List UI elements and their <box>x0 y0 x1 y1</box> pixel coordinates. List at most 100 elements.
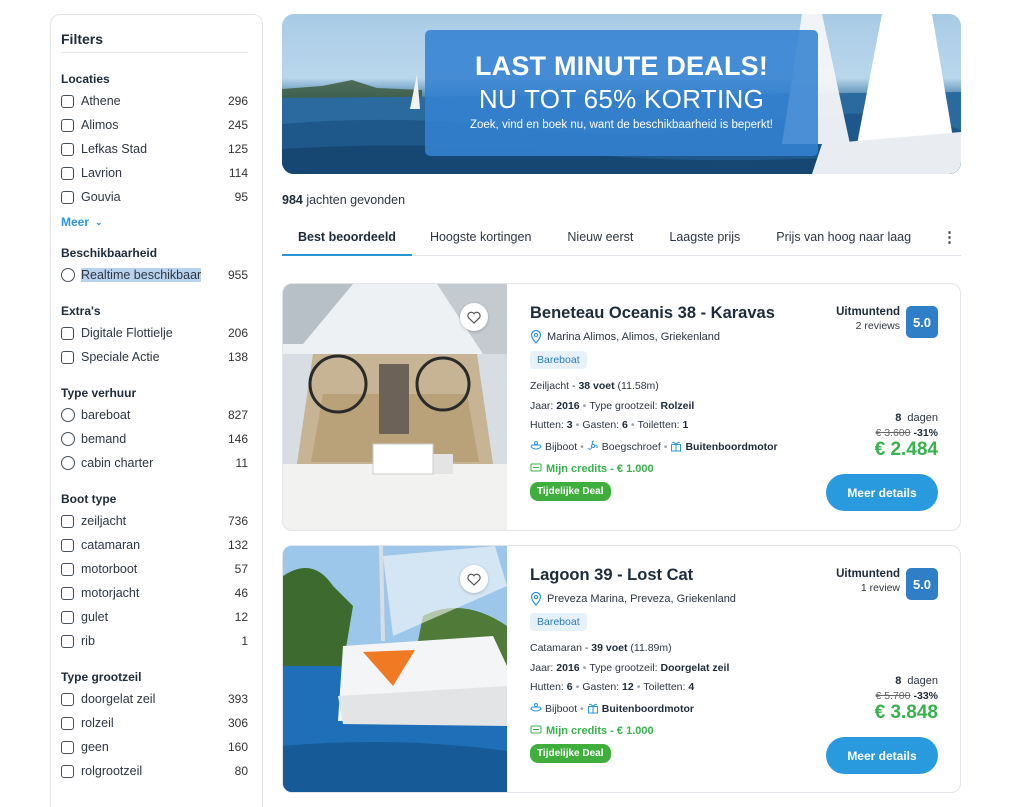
checkbox[interactable] <box>61 350 74 364</box>
checkbox[interactable] <box>61 586 74 600</box>
checkbox[interactable] <box>61 692 74 706</box>
tab-best-beoordeeld[interactable]: Best beoordeeld <box>282 222 412 256</box>
boat-toilets: 4 <box>688 681 695 693</box>
checkbox[interactable] <box>61 94 74 108</box>
filter-option-gouvia[interactable]: Gouvia 95 <box>61 185 248 209</box>
filter-option-bemand[interactable]: bemand 146 <box>61 427 248 451</box>
filter-option-count: 827 <box>227 408 248 422</box>
filter-option-alimos[interactable]: Alimos 245 <box>61 113 248 137</box>
filter-option-label: bemand <box>81 432 127 446</box>
boat-specs: Catamaran - 39 voet (11.89m) Jaar: 2016 •… <box>530 639 810 698</box>
guests-label: Gasten: <box>582 681 623 693</box>
days-number: 8 <box>895 412 902 424</box>
chevron-down-icon: ⌄ <box>95 216 103 227</box>
filter-option-motorboot[interactable]: motorboot 57 <box>61 557 248 581</box>
checkbox[interactable] <box>61 538 74 552</box>
filter-option-rolzeil[interactable]: rolzeil 306 <box>61 711 248 735</box>
more-vertical-icon[interactable]: ⋮ <box>942 228 957 246</box>
radio-button[interactable] <box>61 408 75 422</box>
checkbox[interactable] <box>61 610 74 624</box>
heart-icon[interactable] <box>460 303 488 331</box>
checkbox[interactable] <box>61 562 74 576</box>
equipment-label: Buitenboordmotor <box>601 703 694 715</box>
rating: Uitmuntend 1 review 5.0 <box>836 568 938 600</box>
checkbox[interactable] <box>61 326 74 340</box>
old-price: € 3.600 <box>875 427 911 439</box>
promo-box: LAST MINUTE DEALS! NU TOT 65% KORTING Zo… <box>425 30 818 156</box>
filter-option-lavrion[interactable]: Lavrion 114 <box>61 161 248 185</box>
filter-option-count: 95 <box>234 190 248 204</box>
credits-info: Mijn credits - € 1.000 <box>530 462 810 476</box>
filter-option-motorjacht[interactable]: motorjacht 46 <box>61 581 248 605</box>
days-label: dagen <box>907 412 938 424</box>
sail-label: Type grootzeil: <box>589 661 661 674</box>
filter-option-label: gulet <box>81 610 109 624</box>
show-more-link[interactable]: Meer ⌄ <box>61 215 248 229</box>
deal-badge: Tijdelijke Deal <box>530 481 611 501</box>
filter-option-label: Athene <box>81 94 121 108</box>
checkbox[interactable] <box>61 514 74 528</box>
final-price: € 3.848 <box>874 702 938 723</box>
credits-info: Mijn credits - € 1.000 <box>530 724 810 738</box>
filter-option-gulet[interactable]: gulet 12 <box>61 605 248 629</box>
filter-option-cabin-charter[interactable]: cabin charter 11 <box>61 451 248 475</box>
radio-button[interactable] <box>61 268 75 282</box>
boat-info: Beneteau Oceanis 38 - Karavas Marina Ali… <box>530 304 810 501</box>
filter-option-count: 1 <box>241 634 248 648</box>
results-count-number: 984 <box>282 193 303 207</box>
filter-option-count: 46 <box>234 586 248 600</box>
filter-option-athene[interactable]: Athene 296 <box>61 89 248 113</box>
checkbox[interactable] <box>61 716 74 730</box>
filter-option-rolgrootzeil[interactable]: rolgrootzeil 80 <box>61 759 248 783</box>
more-details-button[interactable]: Meer details <box>826 474 938 511</box>
filter-option-rib[interactable]: rib 1 <box>61 629 248 653</box>
old-price-row: € 3.600 -31% <box>875 427 938 439</box>
filter-option-realtime-beschikbaar[interactable]: Realtime beschikbaar 955 <box>61 263 248 287</box>
checkbox[interactable] <box>61 118 74 132</box>
cabins-label: Hutten: <box>530 681 567 693</box>
filter-option-bareboat[interactable]: bareboat 827 <box>61 403 248 427</box>
filter-option-zeiljacht[interactable]: zeiljacht 736 <box>61 509 248 533</box>
rental-days: 8 dagen <box>875 675 938 687</box>
boat-card[interactable]: Beneteau Oceanis 38 - Karavas Marina Ali… <box>282 283 961 531</box>
filter-option-catamaran[interactable]: catamaran 132 <box>61 533 248 557</box>
boat-name[interactable]: Beneteau Oceanis 38 - Karavas <box>530 304 810 323</box>
radio-button[interactable] <box>61 432 75 446</box>
filter-option-lefkas-stad[interactable]: Lefkas Stad 125 <box>61 137 248 161</box>
boat-card[interactable]: Lagoon 39 - Lost Cat Preveza Marina, Pre… <box>282 545 961 793</box>
boat-year: 2016 <box>556 399 580 412</box>
filter-option-count: 57 <box>234 562 248 576</box>
review-count[interactable]: 1 review <box>836 582 900 594</box>
tab-prijs-hoog-naar-laag[interactable]: Prijs van hoog naar laag <box>758 222 929 256</box>
filter-option-label: zeiljacht <box>81 514 127 528</box>
dinghy-icon <box>530 702 542 717</box>
boat-name[interactable]: Lagoon 39 - Lost Cat <box>530 566 810 585</box>
filter-option-count: 955 <box>227 268 248 282</box>
promo-banner[interactable]: LAST MINUTE DEALS! NU TOT 65% KORTING Zo… <box>282 14 961 174</box>
review-count[interactable]: 2 reviews <box>836 320 900 332</box>
boat-specs: Zeiljacht - 38 voet (11.58m) Jaar: 2016 •… <box>530 377 810 436</box>
checkbox[interactable] <box>61 740 74 754</box>
radio-button[interactable] <box>61 456 75 470</box>
tab-hoogste-kortingen[interactable]: Hoogste kortingen <box>412 222 549 256</box>
filter-option-label: catamaran <box>81 538 141 552</box>
year-label: Jaar: <box>530 661 557 674</box>
filter-option-geen[interactable]: geen 160 <box>61 735 248 759</box>
checkbox[interactable] <box>61 166 74 180</box>
boat-location-text: Preveza Marina, Preveza, Griekenland <box>547 593 736 605</box>
more-details-button[interactable]: Meer details <box>826 737 938 774</box>
filter-option-doorgelat-zeil[interactable]: doorgelat zeil 393 <box>61 687 248 711</box>
checkbox[interactable] <box>61 190 74 204</box>
filter-option-speciale-actie[interactable]: Speciale Actie 138 <box>61 345 248 369</box>
filter-option-count: 146 <box>227 432 248 446</box>
checkbox[interactable] <box>61 634 74 648</box>
sail-label: Type grootzeil: <box>589 399 661 412</box>
tab-laagste-prijs[interactable]: Laagste prijs <box>651 222 758 256</box>
checkbox[interactable] <box>61 142 74 156</box>
results-count: 984 jachten gevonden <box>282 193 405 207</box>
heart-icon[interactable] <box>460 565 488 593</box>
tab-nieuw-eerst[interactable]: Nieuw eerst <box>549 222 651 256</box>
filter-option-digitale-flottielje[interactable]: Digitale Flottielje 206 <box>61 321 248 345</box>
checkbox[interactable] <box>61 764 74 778</box>
days-number: 8 <box>895 675 902 687</box>
